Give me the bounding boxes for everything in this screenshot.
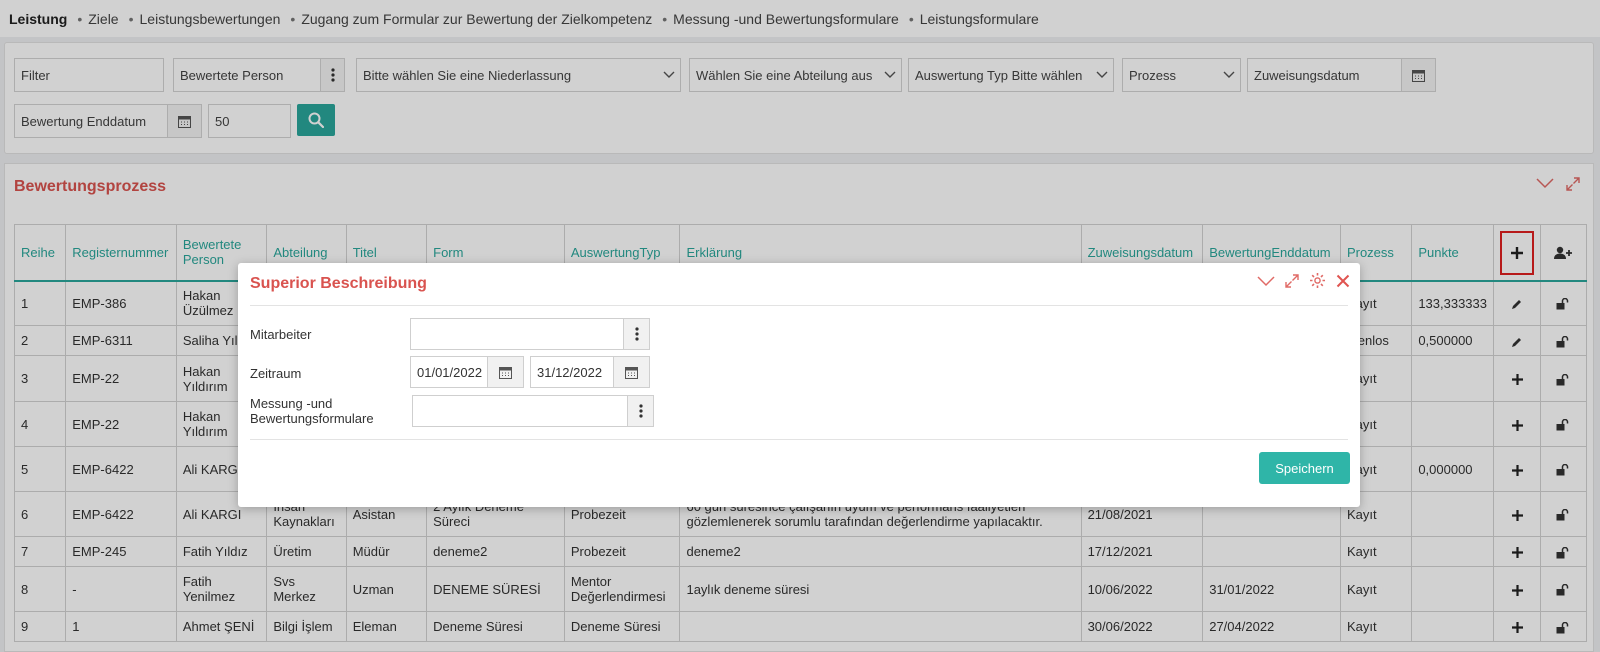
dialog-footer-divider [250,439,1348,440]
expand-icon[interactable] [1285,273,1299,291]
period-from-value: 01/01/2022 [417,364,483,380]
period-from-input[interactable]: 01/01/2022 [410,356,524,388]
dialog-tools [1257,272,1350,292]
save-button[interactable]: Speichern [1259,452,1350,484]
superior-description-dialog: Superior Beschreibung Mitarbeiter Zeitra… [238,263,1360,507]
gear-icon[interactable] [1309,272,1326,292]
dialog-divider [250,305,1348,306]
forms-label: Messung -und Bewertungsformulare [250,396,374,426]
forms-select[interactable] [412,395,654,427]
period-label: Zeitraum [250,366,302,381]
more-vertical-icon[interactable] [627,396,653,426]
more-vertical-icon[interactable] [623,319,649,349]
employee-select[interactable] [410,318,650,350]
close-icon[interactable] [1336,274,1350,291]
calendar-icon[interactable] [487,357,523,387]
employee-label: Mitarbeiter [250,327,312,342]
collapse-icon[interactable] [1257,275,1275,290]
calendar-icon[interactable] [613,357,649,387]
period-to-value: 31/12/2022 [537,364,603,380]
dialog-title: Superior Beschreibung [250,275,427,292]
period-to-input[interactable]: 31/12/2022 [530,356,650,388]
